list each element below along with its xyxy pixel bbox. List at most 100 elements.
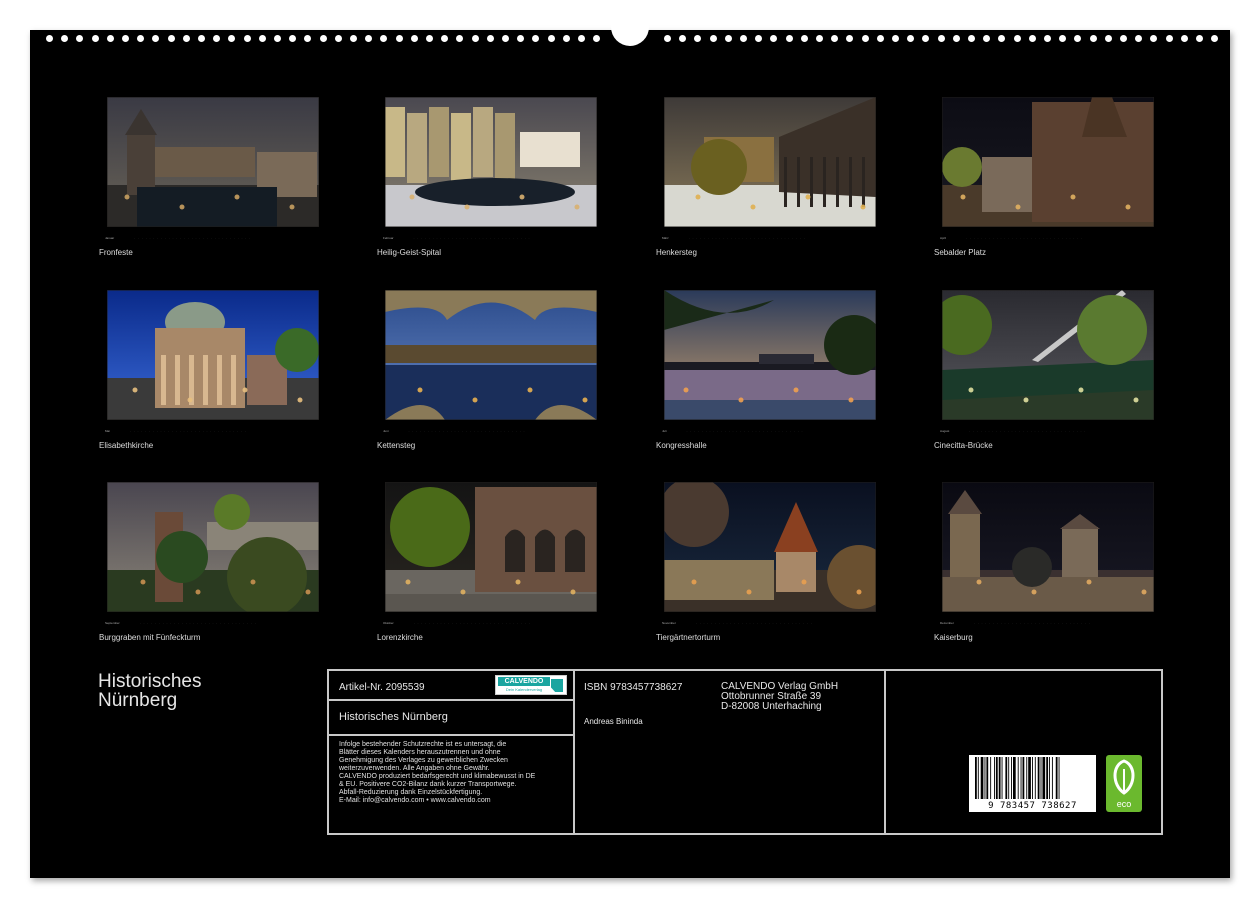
eco-badge: eco bbox=[1106, 755, 1142, 812]
binding-hole bbox=[831, 35, 839, 42]
binding-hole bbox=[937, 35, 945, 42]
binding-hole bbox=[907, 35, 915, 42]
month-name: März bbox=[662, 236, 669, 240]
binding-hole bbox=[289, 35, 297, 42]
binding-hole bbox=[91, 35, 99, 42]
month-day-row: Mai · · · · · · · · · · · · · · · · · · ·… bbox=[105, 429, 321, 435]
calvendo-logo: CALVENDO Dein Kalenderverlag bbox=[495, 675, 567, 695]
binding-hole bbox=[46, 35, 53, 42]
binding-hole bbox=[198, 35, 205, 42]
binding-hole bbox=[426, 35, 433, 42]
binding-hole bbox=[816, 35, 823, 42]
barcode-bar bbox=[1058, 757, 1060, 799]
month-caption: Lorenzkirche bbox=[377, 633, 423, 642]
barcode-bar bbox=[1022, 757, 1025, 799]
month-name: Mai bbox=[105, 429, 110, 433]
barcode-bar bbox=[994, 757, 995, 799]
calvendo-logo-brand: CALVENDO bbox=[498, 677, 550, 686]
barcode-bar bbox=[1032, 757, 1033, 799]
month-caption: Henkersteg bbox=[656, 248, 697, 257]
divider bbox=[573, 671, 575, 833]
barcode-bar bbox=[1017, 757, 1019, 799]
binding-hole bbox=[876, 35, 884, 42]
barcode-bar bbox=[1028, 757, 1031, 799]
photo-scene bbox=[942, 290, 1154, 420]
binding-hole bbox=[1120, 35, 1127, 42]
month-name: Oktober bbox=[383, 621, 394, 625]
binding-hole bbox=[106, 35, 114, 42]
binding-hole bbox=[1196, 35, 1203, 42]
divider bbox=[329, 699, 573, 701]
calvendo-logo-tagline: Dein Kalenderverlag bbox=[505, 687, 543, 692]
barcode-bar bbox=[1001, 757, 1003, 799]
month-name: September bbox=[105, 621, 120, 625]
barcode-bars bbox=[975, 757, 1060, 799]
binding-hole bbox=[740, 35, 747, 42]
month-caption: Heilig-Geist-Spital bbox=[377, 248, 442, 257]
binding-hole bbox=[724, 35, 732, 42]
month-photo bbox=[942, 290, 1154, 420]
binding-hole bbox=[983, 35, 991, 42]
month-caption: Sebalder Platz bbox=[934, 248, 987, 257]
month-day-row: Dezember · · · · · · · · · · · · · · · · … bbox=[940, 621, 1156, 627]
calendar-title-line-2: Nürnberg bbox=[98, 690, 178, 711]
photo-scene bbox=[107, 290, 319, 420]
barcode-bar bbox=[998, 757, 1001, 799]
barcode-bar bbox=[1040, 757, 1042, 799]
binding-hole bbox=[380, 35, 388, 42]
photo-scene bbox=[385, 482, 597, 612]
month-name: Juli bbox=[662, 429, 667, 433]
binding-hole bbox=[1074, 35, 1082, 42]
month-caption: Burggraben mit Fünfeckturm bbox=[99, 633, 201, 642]
barcode-bar bbox=[1008, 757, 1010, 799]
month-photo bbox=[664, 482, 876, 612]
month-day-row: August · · · · · · · · · · · · · · · · · … bbox=[940, 429, 1156, 435]
barcode-bar bbox=[1011, 757, 1012, 799]
month-caption: Tiergärtnertorturm bbox=[656, 633, 721, 642]
binding-hole bbox=[410, 35, 418, 42]
month-day-row: Januar · · · · · · · · · · · · · · · · · … bbox=[105, 236, 321, 242]
calendar-back-sheet: Januar · · · · · · · · · · · · · · · · · … bbox=[30, 16, 1230, 878]
binding-hole bbox=[1044, 35, 1051, 42]
barcode-bar bbox=[1034, 757, 1036, 799]
binding-hole bbox=[861, 35, 869, 42]
publisher-info-box: Artikel-Nr. 2095539 CALVENDO Dein Kalend… bbox=[327, 669, 1163, 835]
month-day-row: April · · · · · · · · · · · · · · · · · ·… bbox=[940, 236, 1156, 242]
binding-hole bbox=[785, 35, 793, 42]
barcode-bar bbox=[1042, 757, 1046, 799]
binding-hole bbox=[664, 35, 671, 42]
day-strip: · · · · · · · · · · · · · · · · · · · · … bbox=[973, 621, 1091, 625]
binding-hole bbox=[679, 35, 687, 42]
photo-scene bbox=[942, 482, 1154, 612]
legal-line: Abfall-Reduzierung dank Einzelstückferti… bbox=[339, 789, 483, 796]
binding-hole bbox=[1028, 35, 1036, 42]
binding-hole bbox=[395, 35, 403, 42]
isbn-barcode: 9 783457 738627 bbox=[969, 755, 1096, 812]
month-photo bbox=[107, 290, 319, 420]
binding-hole bbox=[593, 35, 601, 42]
legal-line: weiterzuverwenden. Alle Angaben ohne Gew… bbox=[339, 765, 490, 772]
binding-hole bbox=[228, 35, 236, 42]
product-title: Historisches Nürnberg bbox=[339, 711, 448, 723]
calendar-title: Historisches Nürnberg bbox=[98, 672, 298, 710]
barcode-bar bbox=[1026, 757, 1028, 799]
binding-hole bbox=[304, 35, 312, 42]
binding-hole bbox=[694, 35, 702, 42]
day-strip: · · · · · · · · · · · · · · · · · · · · … bbox=[969, 429, 1087, 433]
binding-hole bbox=[1150, 35, 1158, 42]
month-photo bbox=[385, 97, 597, 227]
binding-hole bbox=[562, 35, 570, 42]
month-caption: Kaiserburg bbox=[934, 633, 973, 642]
day-strip: · · · · · · · · · · · · · · · · · · · · … bbox=[413, 621, 531, 625]
binding-hole bbox=[892, 35, 899, 42]
month-day-row: Februar · · · · · · · · · · · · · · · · ·… bbox=[383, 236, 599, 242]
photo-scene bbox=[385, 290, 597, 420]
publisher-address: CALVENDO Verlag GmbH Ottobrunner Straße … bbox=[721, 682, 838, 712]
binding-hole bbox=[182, 35, 190, 42]
binding-hole bbox=[1104, 35, 1112, 42]
day-strip: · · · · · · · · · · · · · · · · · · · · … bbox=[413, 236, 531, 240]
binding-hole bbox=[152, 35, 160, 42]
barcode-bar bbox=[984, 757, 986, 799]
month-caption: Fronfeste bbox=[99, 248, 133, 257]
isbn: ISBN 9783457738627 bbox=[584, 682, 683, 693]
